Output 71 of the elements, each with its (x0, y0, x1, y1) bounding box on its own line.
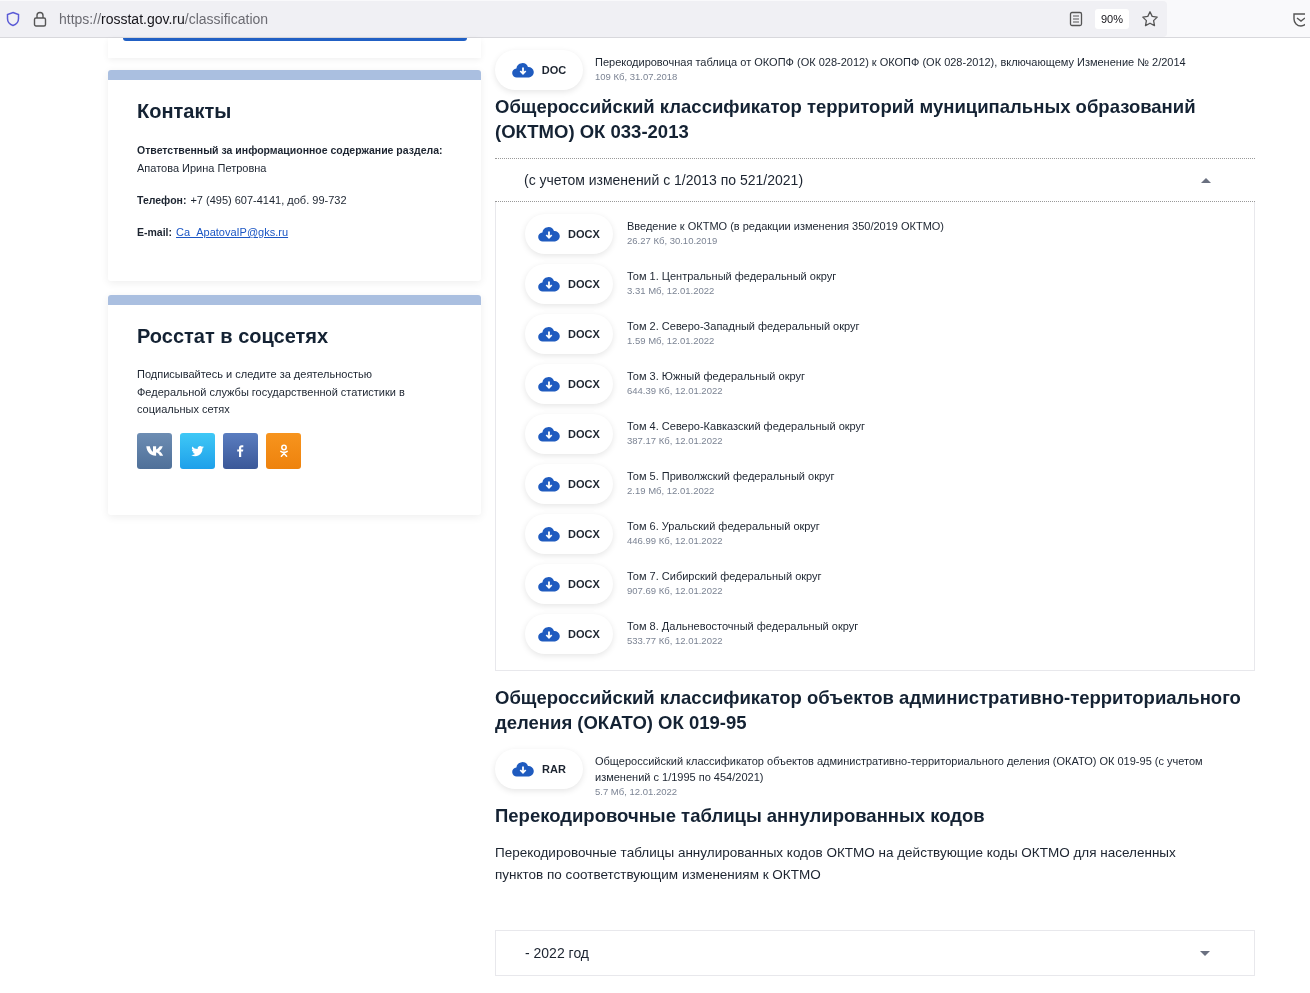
vk-logo-icon (146, 445, 163, 456)
cloud-download-icon (538, 276, 561, 292)
download-button[interactable]: DOCX (525, 614, 613, 654)
file-link[interactable]: Том 5. Приволжский федеральный округ (627, 468, 835, 484)
cloud-download-icon (538, 626, 561, 642)
shield-icon[interactable] (5, 10, 21, 27)
pocket-icon[interactable] (1293, 10, 1305, 27)
section-description: Перекодировочные таблицы аннулированных кодов ОКТМО на действующие коды ОКТМО для населенных пунктов по соответствующим изменениям к ОКТМО (495, 844, 1177, 884)
file-link[interactable]: Том 3. Южный федеральный округ (627, 368, 805, 384)
file-link[interactable]: Том 2. Северо-Западный федеральный округ (627, 318, 860, 334)
cloud-download-icon (538, 576, 561, 592)
card-title: Контакты (137, 100, 233, 123)
file-meta: 26.27 Кб, 30.10.2019 (627, 234, 719, 248)
vk-button[interactable] (137, 432, 172, 469)
download-button[interactable]: DOCX (525, 414, 613, 454)
file-meta: 907.69 Кб, 12.01.2022 (627, 584, 724, 598)
email-link[interactable]: Ca_ApatovaIP@gks.ru (176, 223, 289, 241)
file-meta: 387.17 Кб, 12.01.2022 (627, 434, 724, 448)
file-meta: 2.19 Мб, 12.01.2022 (627, 484, 716, 498)
section-heading: Перекодировочные таблицы аннулированных кодов (495, 804, 986, 828)
cloud-download-icon (538, 476, 561, 492)
phone-label: Телефон: (137, 193, 187, 208)
file-link[interactable]: Том 6. Уральский федеральный округ (627, 518, 820, 534)
download-button[interactable]: DOCX (525, 264, 613, 304)
address-bar[interactable]: https://rosstat.gov.ru/classification 90% (0, 0, 1167, 37)
file-link[interactable]: Перекодировочная таблица от ОКОПФ (ОК 028-2012) к ОКОПФ (ОК 028-2012), включающему Изменение № 2/2014 (595, 54, 1186, 70)
facebook-button[interactable] (223, 432, 258, 469)
file-link[interactable]: Введение к ОКТМО (в редакции изменения 350/2019 ОКТМО) (627, 218, 945, 234)
section-heading: Общероссийский классификатор объектов административно-территориального деления (ОКАТО) ОК 019-95 (495, 686, 1242, 735)
file-meta: 3.31 Мб, 12.01.2022 (627, 284, 716, 298)
responsible-label: Ответственный за информационное содержание раздела: (137, 143, 444, 158)
phone-number: +7 (495) 607-4141, доб. 99-732 (190, 193, 347, 208)
download-button[interactable]: DOC (495, 50, 583, 90)
file-meta: 5.7 Мб, 12.01.2022 (595, 785, 679, 799)
accordion-header[interactable]: (с учетом изменений с 1/2013 по 521/2021) (495, 158, 1255, 202)
file-meta: 533.77 Кб, 12.01.2022 (627, 634, 724, 648)
section-heading: Общероссийский классификатор территорий муниципальных образований (ОКТМО) ОК 033-2013 (495, 95, 1197, 144)
file-meta: 1.59 Мб, 12.01.2022 (627, 334, 716, 348)
lock-icon[interactable] (33, 10, 47, 27)
download-button[interactable]: RAR (495, 749, 583, 789)
file-link[interactable]: Том 4. Северо-Кавказский федеральный округ (627, 418, 866, 434)
download-button[interactable]: DOCX (525, 564, 613, 604)
download-button[interactable]: DOCX (525, 314, 613, 354)
odnoklassniki-button[interactable] (266, 432, 301, 469)
card-title: Росстат в соцсетях (137, 325, 330, 348)
cloud-download-icon (538, 376, 561, 392)
file-link[interactable]: Общероссийский классификатор объектов административно-территориального деления (ОКАТО) ОК 019-95 (с учетом изменений с 1/1995 по 454/2021) (595, 753, 1255, 785)
file-link[interactable]: Том 7. Сибирский федеральный округ (627, 568, 822, 584)
social-description: Подписывайтесь и следите за деятельностью Федеральной службы государственной статистики в социальных сетях (137, 367, 406, 417)
email-label: E-mail: (137, 225, 172, 240)
cloud-download-icon (538, 226, 561, 242)
reader-view-icon[interactable] (1068, 10, 1083, 27)
file-link[interactable]: Том 1. Центральный федеральный округ (627, 268, 837, 284)
download-button[interactable]: DOCX (525, 464, 613, 504)
url-text[interactable]: https://rosstat.gov.ru/classification (59, 10, 269, 27)
file-meta: 446.99 Кб, 12.01.2022 (627, 534, 724, 548)
download-button[interactable]: DOCX (525, 514, 613, 554)
cloud-download-icon (538, 326, 561, 342)
file-meta: 644.39 Кб, 12.01.2022 (627, 384, 724, 398)
file-link[interactable]: Том 8. Дальневосточный федеральный округ (627, 618, 859, 634)
cloud-download-icon (511, 62, 534, 78)
cloud-download-icon (538, 426, 561, 442)
cloud-download-icon (538, 526, 561, 542)
download-button[interactable]: DOCX (525, 364, 613, 404)
responsible-name: Апатова Ирина Петровна (137, 161, 268, 176)
twitter-button[interactable] (180, 432, 215, 469)
cloud-download-icon (512, 761, 535, 777)
star-icon[interactable] (1141, 9, 1159, 28)
zoom-level[interactable]: 90% (1094, 8, 1129, 29)
download-button[interactable]: DOCX (525, 214, 613, 254)
file-meta: 109 Кб, 31.07.2018 (595, 70, 679, 84)
